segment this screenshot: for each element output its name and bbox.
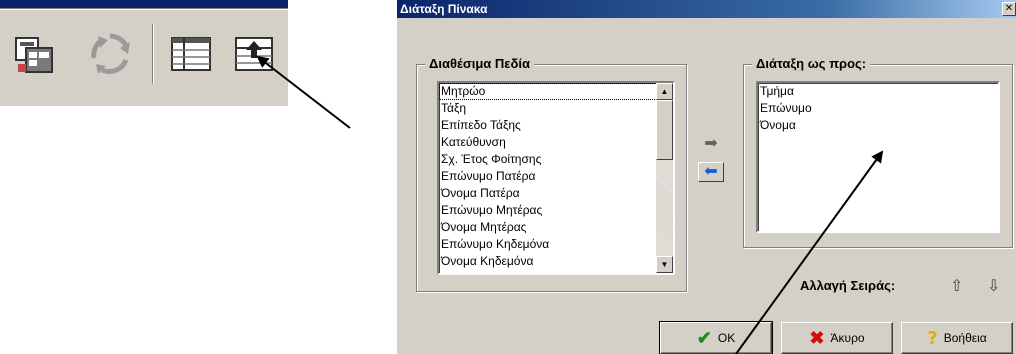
dialog-title: Διάταξη Πίνακα — [397, 0, 1016, 18]
sort-table-icon[interactable] — [228, 28, 280, 80]
available-fields-title: Διαθέσιμα Πεδία — [425, 56, 534, 71]
available-fields-scrollbar[interactable]: ▲ ▼ — [656, 83, 673, 273]
ok-label: OK — [717, 331, 736, 345]
toolbar-divider — [152, 24, 154, 84]
change-order-label: Αλλαγή Σειράς: — [800, 278, 896, 293]
available-field-item[interactable]: Επίπεδο Τάξης — [439, 117, 673, 134]
sort-field-item[interactable]: Όνομα — [758, 117, 998, 134]
available-field-item[interactable]: Όνομα Μητέρας — [439, 219, 673, 236]
sort-by-group: Διάταξη ως προς: Τμήμα Επώνυμο Όνομα — [743, 56, 1013, 248]
sort-by-title: Διάταξη ως προς: — [752, 56, 871, 71]
question-mark-icon: ? — [927, 327, 938, 349]
available-fields-group: Διαθέσιμα Πεδία Μητρώο Τάξη Επίπεδο Τάξης Κ… — [416, 56, 687, 292]
available-field-item[interactable]: Τάξη — [439, 100, 673, 117]
scroll-thumb[interactable] — [656, 100, 673, 160]
available-field-item[interactable]: Επώνυμο Κηδεμόνα — [439, 236, 673, 253]
table-sort-dialog: Διάταξη Πίνακα ✕ Διαθέσιμα Πεδία Μητρώο Τ… — [397, 0, 1016, 354]
available-field-item[interactable]: Όνομα Πατέρα — [439, 185, 673, 202]
help-label: Βοήθεια — [943, 331, 987, 345]
ok-button[interactable]: ✔ OK — [659, 321, 773, 354]
move-up-arrow-icon[interactable]: ⇧ — [950, 276, 963, 296]
available-field-item[interactable]: Σχ. Έτος Φοίτησης — [439, 151, 673, 168]
sort-by-list[interactable]: Τμήμα Επώνυμο Όνομα — [756, 81, 1000, 233]
refresh-icon[interactable] — [84, 28, 136, 80]
available-field-item[interactable]: Επώνυμο Πατέρα — [439, 168, 673, 185]
sort-by-items: Τμήμα Επώνυμο Όνομα — [758, 83, 998, 134]
cancel-label: Άκυρο — [830, 331, 865, 345]
available-field-item[interactable]: Επώνυμο Μητέρας — [439, 202, 673, 219]
toolbar — [0, 0, 288, 106]
toolbar-border-highlight — [0, 9, 288, 10]
cross-icon: ✖ — [809, 327, 825, 348]
available-fields-items: Μητρώο Τάξη Επίπεδο Τάξης Κατεύθυνση Σχ. Έτο… — [439, 83, 673, 270]
close-button[interactable]: ✕ — [1002, 2, 1016, 16]
cancel-button[interactable]: ✖ Άκυρο — [781, 322, 893, 354]
checkmark-icon: ✔ — [696, 327, 712, 348]
available-field-item[interactable]: Μητρώο — [439, 83, 673, 100]
sort-field-item[interactable]: Τμήμα — [758, 83, 998, 100]
help-button[interactable]: ? Βοήθεια — [901, 322, 1013, 354]
scroll-down-button[interactable]: ▼ — [656, 256, 673, 273]
move-down-arrow-icon[interactable]: ⇩ — [987, 276, 1000, 296]
toolbar-top-edge — [0, 0, 288, 8]
available-field-item[interactable]: Κατεύθυνση — [439, 134, 673, 151]
available-field-item[interactable]: Όνομα Κηδεμόνα — [439, 253, 673, 270]
sort-field-item[interactable]: Επώνυμο — [758, 100, 998, 117]
move-left-button[interactable]: ⬅ — [698, 162, 724, 182]
edit-record-icon[interactable] — [8, 28, 60, 80]
available-fields-list[interactable]: Μητρώο Τάξη Επίπεδο Τάξης Κατεύθυνση Σχ. Έτο… — [437, 81, 675, 275]
table-view-icon[interactable] — [166, 28, 218, 80]
move-right-arrow-icon[interactable]: ➡ — [698, 135, 724, 155]
scroll-up-button[interactable]: ▲ — [656, 83, 673, 100]
